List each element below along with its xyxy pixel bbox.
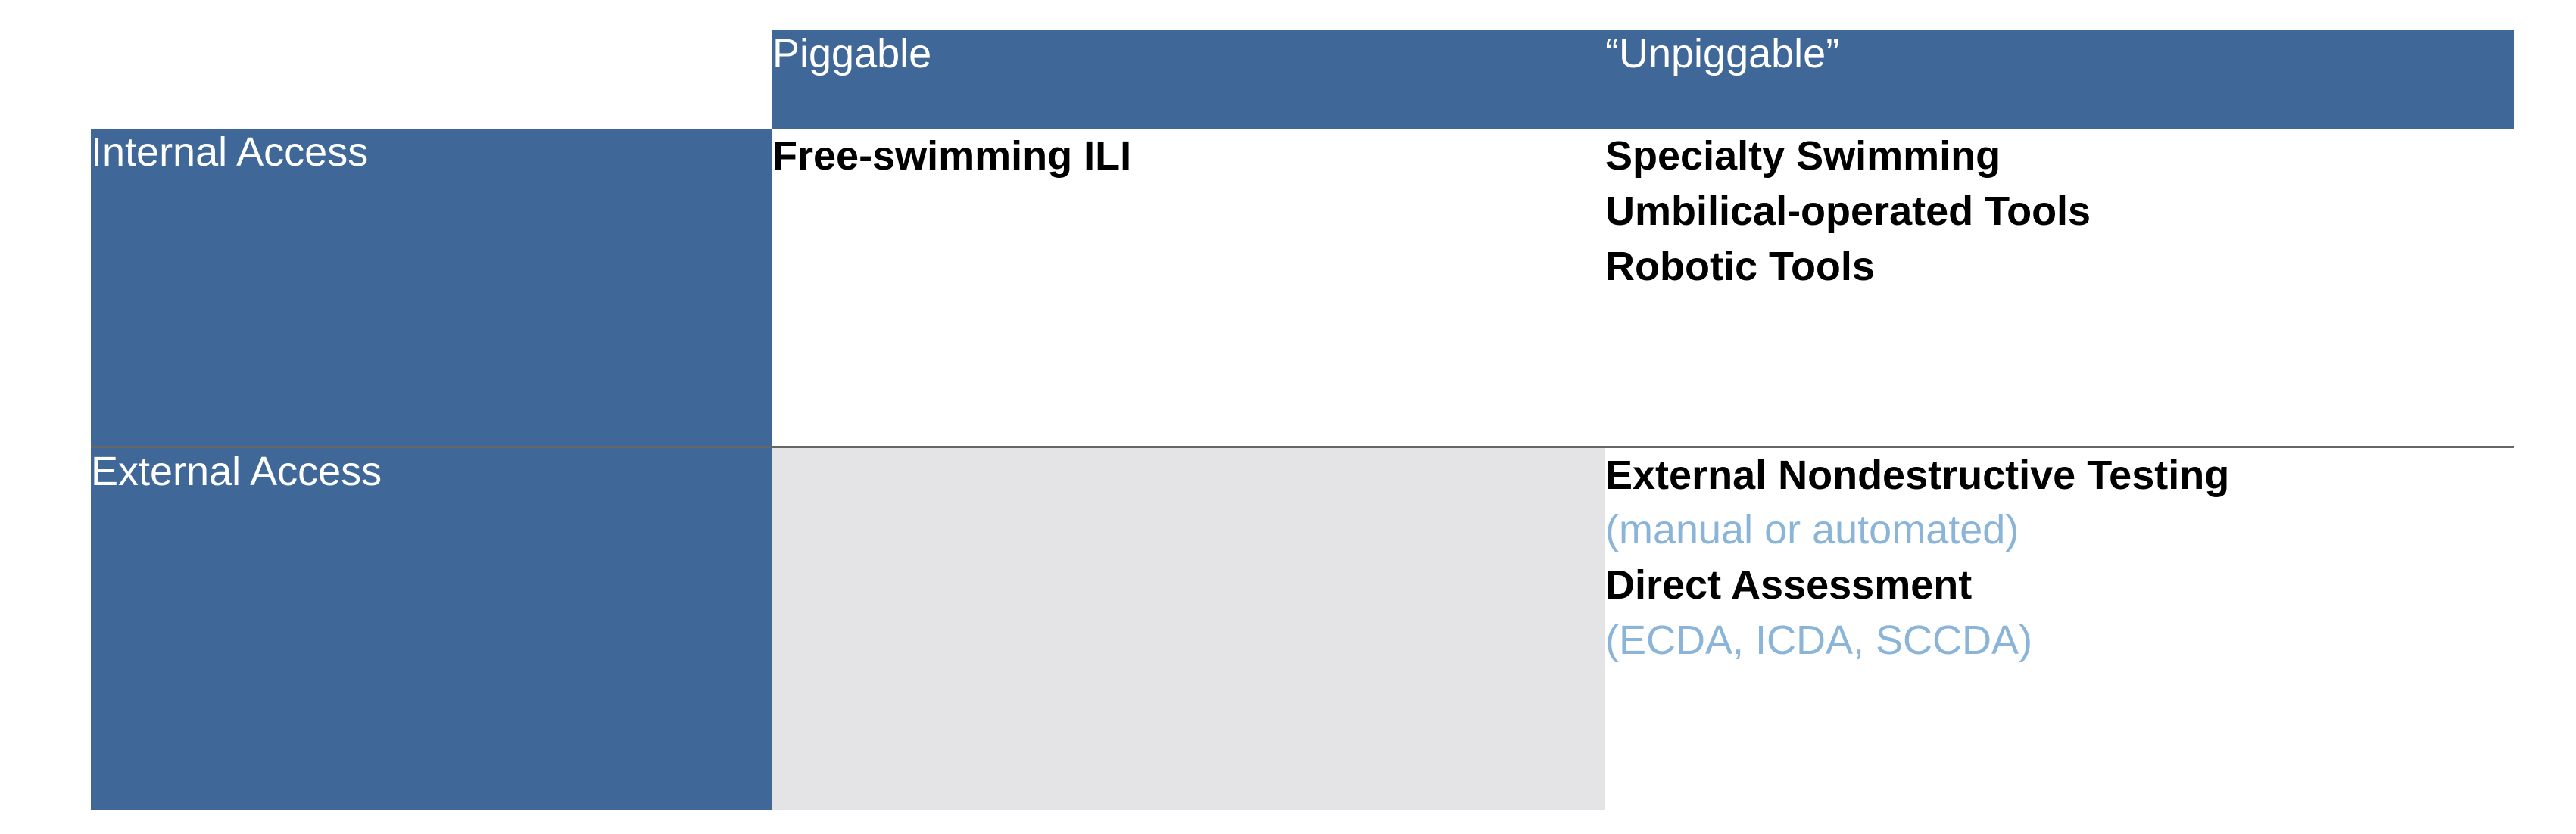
cell-line: Direct Assessment xyxy=(1605,558,2514,613)
access-matrix-table: Piggable “Unpiggable” Internal Access Fr… xyxy=(91,30,2514,810)
cell-subline: (ECDA, ICDA, SCCDA) xyxy=(1605,613,2514,668)
cell-subline: (manual or automated) xyxy=(1605,503,2514,558)
cell-internal-unpiggable: Specialty Swimming Umbilical-operated To… xyxy=(1605,129,2514,447)
cell-line: Robotic Tools xyxy=(1605,239,2514,294)
row-header-internal: Internal Access xyxy=(91,129,772,447)
cell-internal-piggable: Free-swimming ILI xyxy=(772,129,1605,447)
cell-line: Umbilical-operated Tools xyxy=(1605,184,2514,239)
row-internal: Internal Access Free-swimming ILI Specia… xyxy=(91,129,2514,447)
table-container: Piggable “Unpiggable” Internal Access Fr… xyxy=(0,0,2576,834)
cell-external-piggable xyxy=(772,447,1605,810)
col-header-unpiggable: “Unpiggable” xyxy=(1605,30,2514,129)
row-header-external: External Access xyxy=(91,447,772,810)
col-header-piggable: Piggable xyxy=(772,30,1605,129)
row-external: External Access External Nondestructive … xyxy=(91,447,2514,810)
header-row: Piggable “Unpiggable” xyxy=(91,30,2514,129)
cell-external-unpiggable: External Nondestructive Testing (manual … xyxy=(1605,447,2514,810)
corner-cell xyxy=(91,30,772,129)
cell-line: Specialty Swimming xyxy=(1605,129,2514,184)
cell-line: External Nondestructive Testing xyxy=(1605,448,2514,503)
